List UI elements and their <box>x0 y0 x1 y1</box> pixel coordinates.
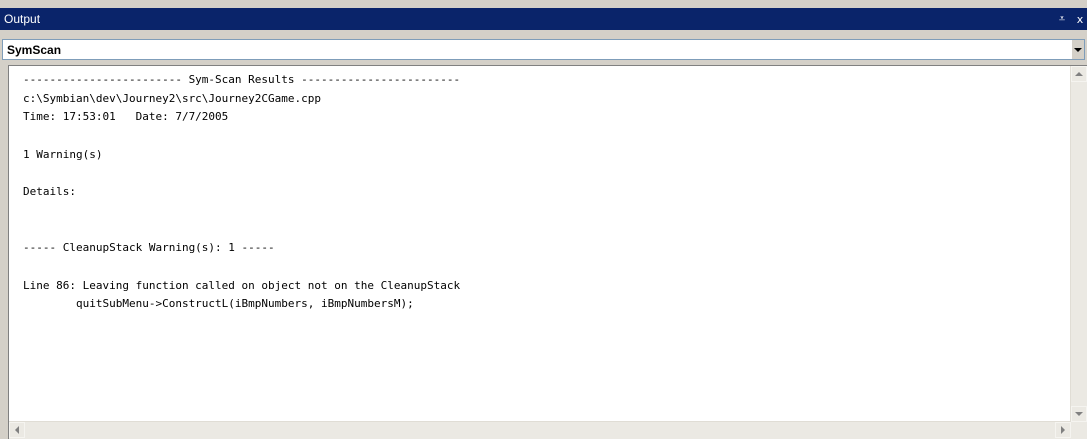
pin-icon[interactable]: ⩡ <box>1055 11 1069 27</box>
output-line: 1 Warning(s) <box>23 147 103 161</box>
output-line: Time: 17:53:01 Date: 7/7/2005 <box>23 110 229 124</box>
scroll-right-button[interactable] <box>1055 422 1071 438</box>
output-line: Line 86: Leaving function called on obje… <box>23 278 461 292</box>
output-line: ----- CleanupStack Warning(s): 1 ----- <box>23 241 275 255</box>
output-text-box[interactable]: ------------------------ Sym-Scan Result… <box>8 65 1087 439</box>
output-line: quitSubMenu->ConstructL(iBmpNumbers, iBm… <box>23 297 414 311</box>
vertical-scrollbar[interactable] <box>1070 66 1087 422</box>
panel-title: Output <box>4 12 41 26</box>
output-line: ------------------------ Sym-Scan Result… <box>23 73 461 86</box>
output-titlebar[interactable]: Output ⩡ x <box>0 8 1087 30</box>
scroll-left-button[interactable] <box>9 422 25 438</box>
dropdown-selected-value: SymScan <box>7 42 62 57</box>
scroll-down-arrow-icon <box>1075 412 1083 416</box>
horizontal-scrollbar[interactable] <box>9 421 1071 439</box>
scroll-up-button[interactable] <box>1071 66 1087 82</box>
output-panel: Output ⩡ x SymScan ---------------------… <box>0 0 1087 439</box>
scrollbar-corner <box>1071 422 1087 439</box>
dropdown-button[interactable] <box>1071 40 1084 59</box>
titlebar-buttons: ⩡ x <box>1051 8 1087 30</box>
scroll-right-arrow-icon <box>1061 426 1065 434</box>
close-icon[interactable]: x <box>1073 11 1087 27</box>
output-line: c:\Symbian\dev\Journey2\src\Journey2CGam… <box>23 91 322 105</box>
scroll-down-button[interactable] <box>1071 406 1087 422</box>
chevron-down-icon <box>1074 47 1082 52</box>
scroll-left-arrow-icon <box>15 426 19 434</box>
output-source-dropdown[interactable]: SymScan <box>2 39 1085 60</box>
output-text[interactable]: ------------------------ Sym-Scan Result… <box>23 71 1067 421</box>
scroll-up-arrow-icon <box>1075 72 1083 76</box>
output-line: Details: <box>23 185 76 199</box>
